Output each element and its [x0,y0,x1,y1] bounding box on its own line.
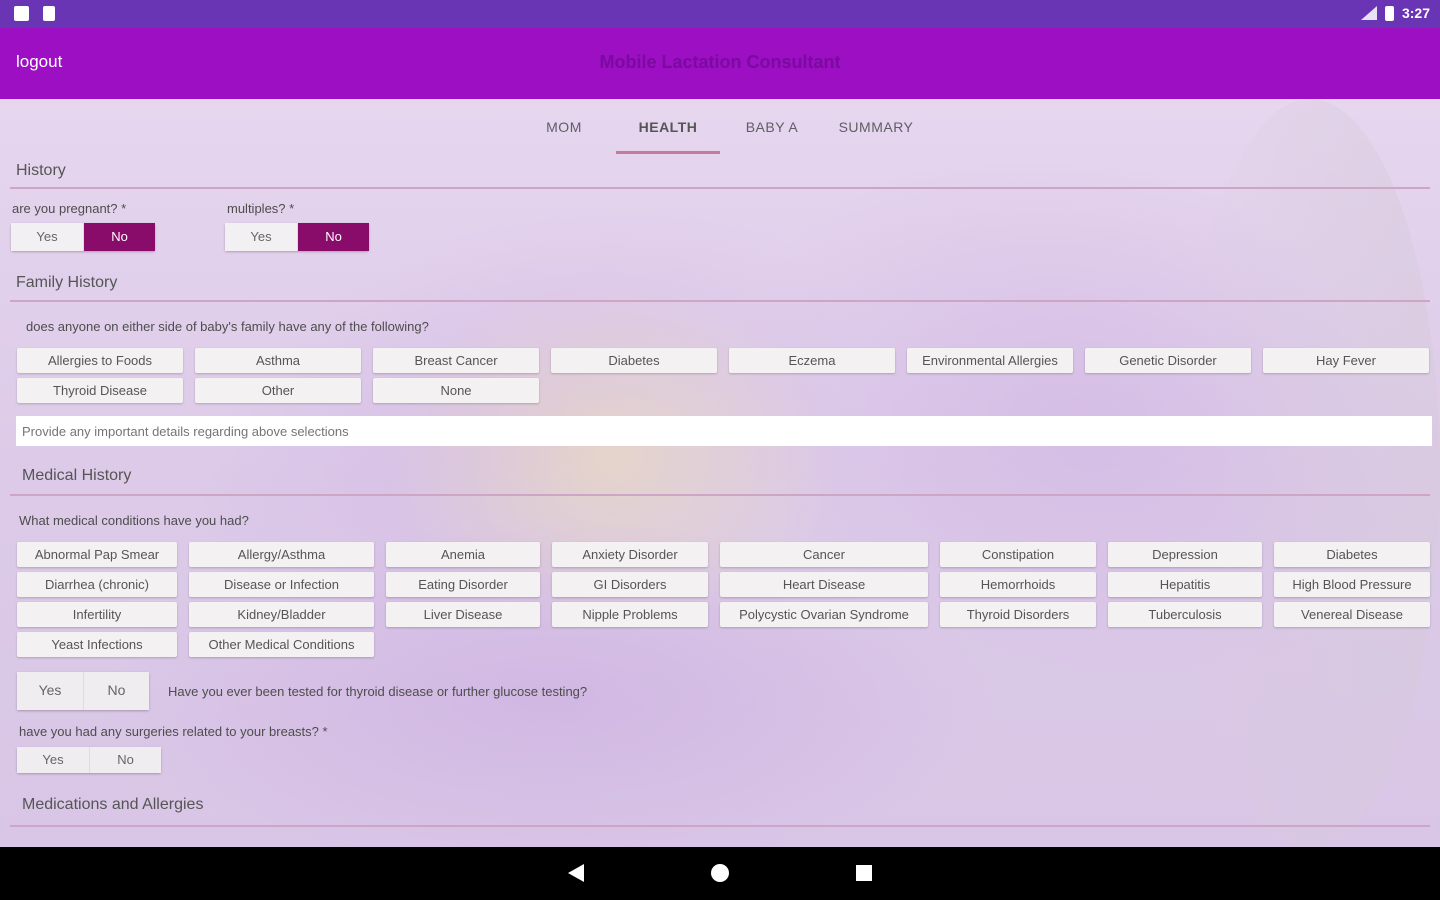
family-option-chip[interactable]: Asthma [195,348,361,373]
breast-surgery-toggle: Yes No [17,747,161,773]
medical-option-chip[interactable]: Yeast Infections [17,632,177,657]
multiples-yes-button[interactable]: Yes [225,223,297,251]
app-notification-icon [14,6,29,21]
medical-option-chip[interactable]: Anxiety Disorder [552,542,708,567]
history-title: History [16,162,66,179]
signal-icon [1360,6,1377,20]
medical-option-chip[interactable]: Heart Disease [720,572,928,597]
multiples-no-button[interactable]: No [297,223,369,251]
medical-option-chip[interactable]: Anemia [386,542,540,567]
divider [10,300,1430,302]
family-history-title: Family History [16,274,118,291]
family-option-chip[interactable]: Breast Cancer [373,348,539,373]
medical-option-chip[interactable]: Polycystic Ovarian Syndrome [720,602,928,627]
medical-option-chip[interactable]: Allergy/Asthma [189,542,374,567]
home-icon[interactable] [711,864,729,882]
tab-baby-a[interactable]: BABY A [720,104,824,154]
multiples-toggle: Yes No [225,223,369,251]
medical-option-chip[interactable]: Tuberculosis [1108,602,1262,627]
pregnant-yes-button[interactable]: Yes [11,223,83,251]
breast-surgery-yes-button[interactable]: Yes [17,747,89,773]
medical-option-chip[interactable]: Liver Disease [386,602,540,627]
medical-option-chip[interactable]: Infertility [17,602,177,627]
medical-option-chip[interactable]: Abnormal Pap Smear [17,542,177,567]
medical-option-chip[interactable]: Hepatitis [1108,572,1262,597]
medical-option-chip[interactable]: Constipation [940,542,1096,567]
thyroid-test-yes-button[interactable]: Yes [17,672,83,710]
family-option-chip[interactable]: Eczema [729,348,895,373]
back-icon[interactable] [568,864,584,882]
medical-option-chip[interactable]: Diabetes [1274,542,1430,567]
status-time: 3:27 [1401,5,1430,21]
pregnant-no-button[interactable]: No [83,223,155,251]
pregnant-question: are you pregnant? * [12,201,127,216]
system-nav-bar [0,847,1440,900]
thyroid-test-question: Have you ever been tested for thyroid di… [168,684,588,699]
medical-history-question: What medical conditions have you had? [19,513,249,528]
family-option-chip[interactable]: Other [195,378,361,403]
multiples-question: multiples? * [227,201,295,216]
divider [10,825,1430,827]
family-option-chip[interactable]: None [373,378,539,403]
medical-option-chip[interactable]: Kidney/Bladder [189,602,374,627]
clipboard-icon [43,6,55,21]
app-title: Mobile Lactation Consultant [599,52,841,72]
medical-option-chip[interactable]: Thyroid Disorders [940,602,1096,627]
medications-title: Medications and Allergies [22,796,204,813]
medical-option-chip[interactable]: Diarrhea (chronic) [17,572,177,597]
recent-apps-icon[interactable] [856,865,872,881]
medical-option-chip[interactable]: Cancer [720,542,928,567]
medical-option-chip[interactable]: Depression [1108,542,1262,567]
tab-health[interactable]: HEALTH [616,104,720,154]
thyroid-test-no-button[interactable]: No [83,672,149,710]
status-bar: 3:27 [0,0,1440,28]
medical-option-chip[interactable]: Nipple Problems [552,602,708,627]
family-details-input[interactable] [16,416,1432,446]
breast-surgery-no-button[interactable]: No [89,747,161,773]
medical-option-chip[interactable]: Disease or Infection [189,572,374,597]
tab-mom[interactable]: MOM [512,104,616,154]
breast-surgery-question: have you had any surgeries related to yo… [19,724,328,739]
pregnant-toggle: Yes No [11,223,155,251]
medical-option-chip[interactable]: Hemorrhoids [940,572,1096,597]
battery-icon [1384,5,1394,21]
medical-option-chip[interactable]: Venereal Disease [1274,602,1430,627]
thyroid-test-toggle: Yes No [17,672,149,710]
family-option-chip[interactable]: Thyroid Disease [17,378,183,403]
family-history-question: does anyone on either side of baby's fam… [26,319,429,334]
medical-history-title: Medical History [22,467,132,484]
tab-summary[interactable]: SUMMARY [824,104,928,154]
family-option-chip[interactable]: Genetic Disorder [1085,348,1251,373]
medical-option-chip[interactable]: Eating Disorder [386,572,540,597]
family-option-chip[interactable]: Environmental Allergies [907,348,1073,373]
medical-option-chip[interactable]: Other Medical Conditions [189,632,374,657]
tab-bar: MOM HEALTH BABY A SUMMARY [512,104,928,154]
family-option-chip[interactable]: Diabetes [551,348,717,373]
medical-option-chip[interactable]: GI Disorders [552,572,708,597]
divider [10,494,1430,496]
family-option-chip[interactable]: Allergies to Foods [17,348,183,373]
medical-option-chip[interactable]: High Blood Pressure [1274,572,1430,597]
app-toolbar: logout Mobile Lactation Consultant [0,28,1440,99]
family-option-chip[interactable]: Hay Fever [1263,348,1429,373]
divider [10,187,1430,189]
